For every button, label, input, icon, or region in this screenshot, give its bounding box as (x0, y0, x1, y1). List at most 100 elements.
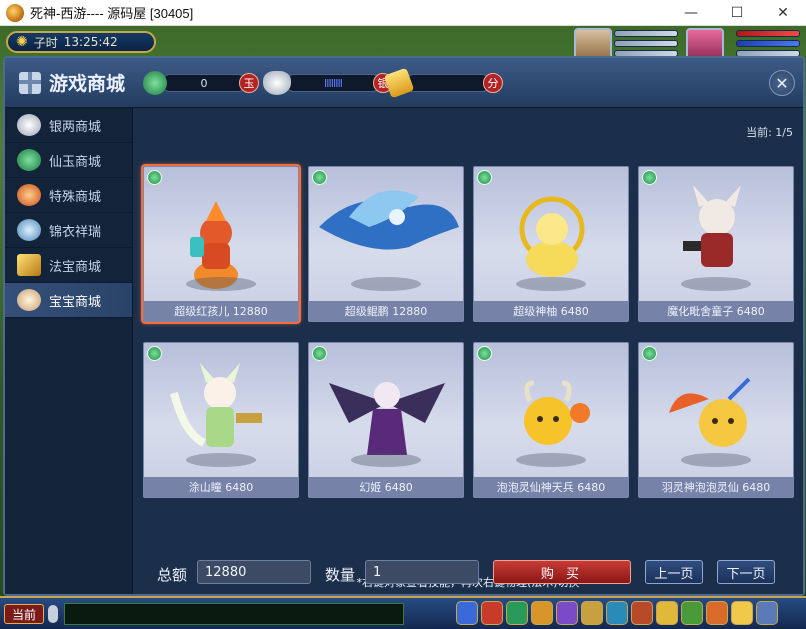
toolbar-icons (456, 601, 778, 625)
smile-icon[interactable] (731, 601, 753, 625)
close-window-button[interactable]: ✕ (760, 0, 806, 26)
total-label: 总额 (157, 566, 188, 584)
costume-icon (17, 219, 41, 241)
shop-item-area: 当前: 1/5 超级红孩儿 12880 超级鲲鹏 12880 超级神柚 6480… (133, 108, 803, 594)
points-balance: 分 (383, 67, 503, 99)
game-shop-dialog: 游戏商城 0 玉 IIIIIIII 银 分 ✕ 银两商城 仙玉商城 特殊商城 锦… (3, 56, 805, 596)
item-label: 羽灵神泡泡灵仙 6480 (639, 477, 793, 497)
quantity-input[interactable]: 1 (365, 560, 479, 584)
jade-badge-icon (477, 170, 492, 185)
figure-shadow (516, 277, 586, 291)
item-card[interactable]: 幻姬 6480 (308, 342, 464, 498)
gift-icon (19, 71, 41, 94)
points-unit: 分 (483, 73, 503, 93)
item-card[interactable]: 泡泡灵仙神天兵 6480 (473, 342, 629, 498)
item-label: 超级鲲鹏 12880 (309, 301, 463, 321)
item-label: 超级红孩儿 12880 (144, 301, 298, 321)
item-card[interactable]: 超级神柚 6480 (473, 166, 629, 322)
app-icon (6, 3, 24, 22)
sidebar-item-label: 法宝商城 (49, 259, 102, 275)
system-icon[interactable] (756, 601, 778, 625)
attack-icon[interactable] (456, 601, 478, 625)
item-label: 超级神柚 6480 (474, 301, 628, 321)
sun-icon: ✺ (16, 34, 28, 50)
flame-icon (17, 184, 41, 206)
prev-page-button[interactable]: 上一页 (645, 560, 703, 584)
item-card[interactable]: 超级红孩儿 12880 (141, 164, 301, 324)
sidebar-item-label: 宝宝商城 (49, 294, 102, 310)
chat-channel-button[interactable]: 当前 (4, 604, 44, 624)
page-indicator: 当前: 1/5 (746, 126, 793, 139)
item-card[interactable]: 超级鲲鹏 12880 (308, 166, 464, 322)
silver-ingot-icon (263, 71, 291, 95)
guild-icon[interactable] (606, 601, 628, 625)
item-label: 魔化毗舍童子 6480 (639, 301, 793, 321)
item-card[interactable]: 魔化毗舍童子 6480 (638, 166, 794, 322)
jade-icon (17, 149, 41, 171)
figure-shadow (186, 453, 256, 467)
shop-title-text: 游戏商城 (49, 73, 126, 95)
minimize-button[interactable]: — (668, 0, 714, 26)
sidebar-item-label: 锦衣祥瑞 (49, 224, 102, 240)
map-icon[interactable] (631, 601, 653, 625)
sidebar-item-label: 特殊商城 (49, 189, 102, 205)
sidebar-item-label: 银两商城 (49, 119, 102, 135)
pet-icon[interactable] (681, 601, 703, 625)
jade-badge-icon (312, 346, 327, 361)
sidebar-item-pet-shop[interactable]: 宝宝商城 (5, 283, 132, 318)
jade-badge-icon (312, 170, 327, 185)
item-card[interactable]: 羽灵神泡泡灵仙 6480 (638, 342, 794, 498)
event-icon[interactable] (706, 601, 728, 625)
close-shop-button[interactable]: ✕ (769, 70, 795, 96)
maximize-button[interactable]: ☐ (714, 0, 760, 26)
jade-value: 0 (161, 74, 247, 92)
next-page-button[interactable]: 下一页 (717, 560, 775, 584)
silver-value: IIIIIIII (285, 74, 381, 92)
jade-badge-icon (147, 346, 162, 361)
jade-badge-icon (642, 346, 657, 361)
figure-shadow (681, 453, 751, 467)
figure-shadow (351, 277, 421, 291)
sidebar-item-jade-shop[interactable]: 仙玉商城 (5, 143, 132, 178)
pet-face-icon (17, 289, 41, 311)
flag-icon (17, 254, 41, 276)
clock-period: 子时 (33, 35, 58, 50)
friends-icon[interactable] (581, 601, 603, 625)
jade-badge-icon (477, 346, 492, 361)
jade-unit: 玉 (239, 73, 259, 93)
chat-input[interactable] (64, 603, 404, 625)
silver-balance: IIIIIIII 银 (263, 71, 393, 95)
microphone-icon[interactable] (48, 605, 58, 623)
bag-icon[interactable] (481, 601, 503, 625)
item-grid: 超级红孩儿 12880 超级鲲鹏 12880 超级神柚 6480 魔化毗舍童子 … (141, 164, 794, 498)
item-label: 泡泡灵仙神天兵 6480 (474, 477, 628, 497)
total-field: 12880 (197, 560, 311, 584)
shop-header: 游戏商城 0 玉 IIIIIIII 银 分 ✕ (5, 58, 803, 108)
figure-shadow (681, 277, 751, 291)
points-ticket-icon (383, 67, 415, 99)
item-card[interactable]: 涂山瞳 6480 (143, 342, 299, 498)
window-title: 死神-西游---- 源码屋 [30405] (30, 6, 194, 21)
shop-icon[interactable] (656, 601, 678, 625)
shop-category-sidebar: 银两商城 仙玉商城 特殊商城 锦衣祥瑞 法宝商城 宝宝商城 (5, 108, 133, 594)
figure-shadow (186, 277, 256, 291)
window-titlebar: 死神-西游---- 源码屋 [30405] — ☐ ✕ (0, 0, 806, 26)
clock-time: 13:25:42 (63, 35, 118, 49)
sidebar-item-label: 仙玉商城 (49, 154, 102, 170)
sidebar-item-treasure-shop[interactable]: 法宝商城 (5, 248, 132, 283)
purchase-bar: 总额 12880 数量 1 购 买 上一页 下一页 (133, 554, 803, 594)
skills-icon[interactable] (531, 601, 553, 625)
jade-badge-icon (147, 170, 162, 185)
team-icon[interactable] (506, 601, 528, 625)
sidebar-item-silver-shop[interactable]: 银两商城 (5, 108, 132, 143)
points-value (405, 74, 491, 92)
buy-button[interactable]: 购 买 (493, 560, 631, 584)
item-label: 幻姬 6480 (309, 477, 463, 497)
quest-icon[interactable] (556, 601, 578, 625)
jade-balance: 0 玉 (143, 71, 259, 95)
sidebar-item-costume-shop[interactable]: 锦衣祥瑞 (5, 213, 132, 248)
quantity-label: 数量 (325, 566, 356, 584)
sidebar-item-special-shop[interactable]: 特殊商城 (5, 178, 132, 213)
game-toolbar: 当前 (0, 596, 806, 629)
figure-shadow (516, 453, 586, 467)
